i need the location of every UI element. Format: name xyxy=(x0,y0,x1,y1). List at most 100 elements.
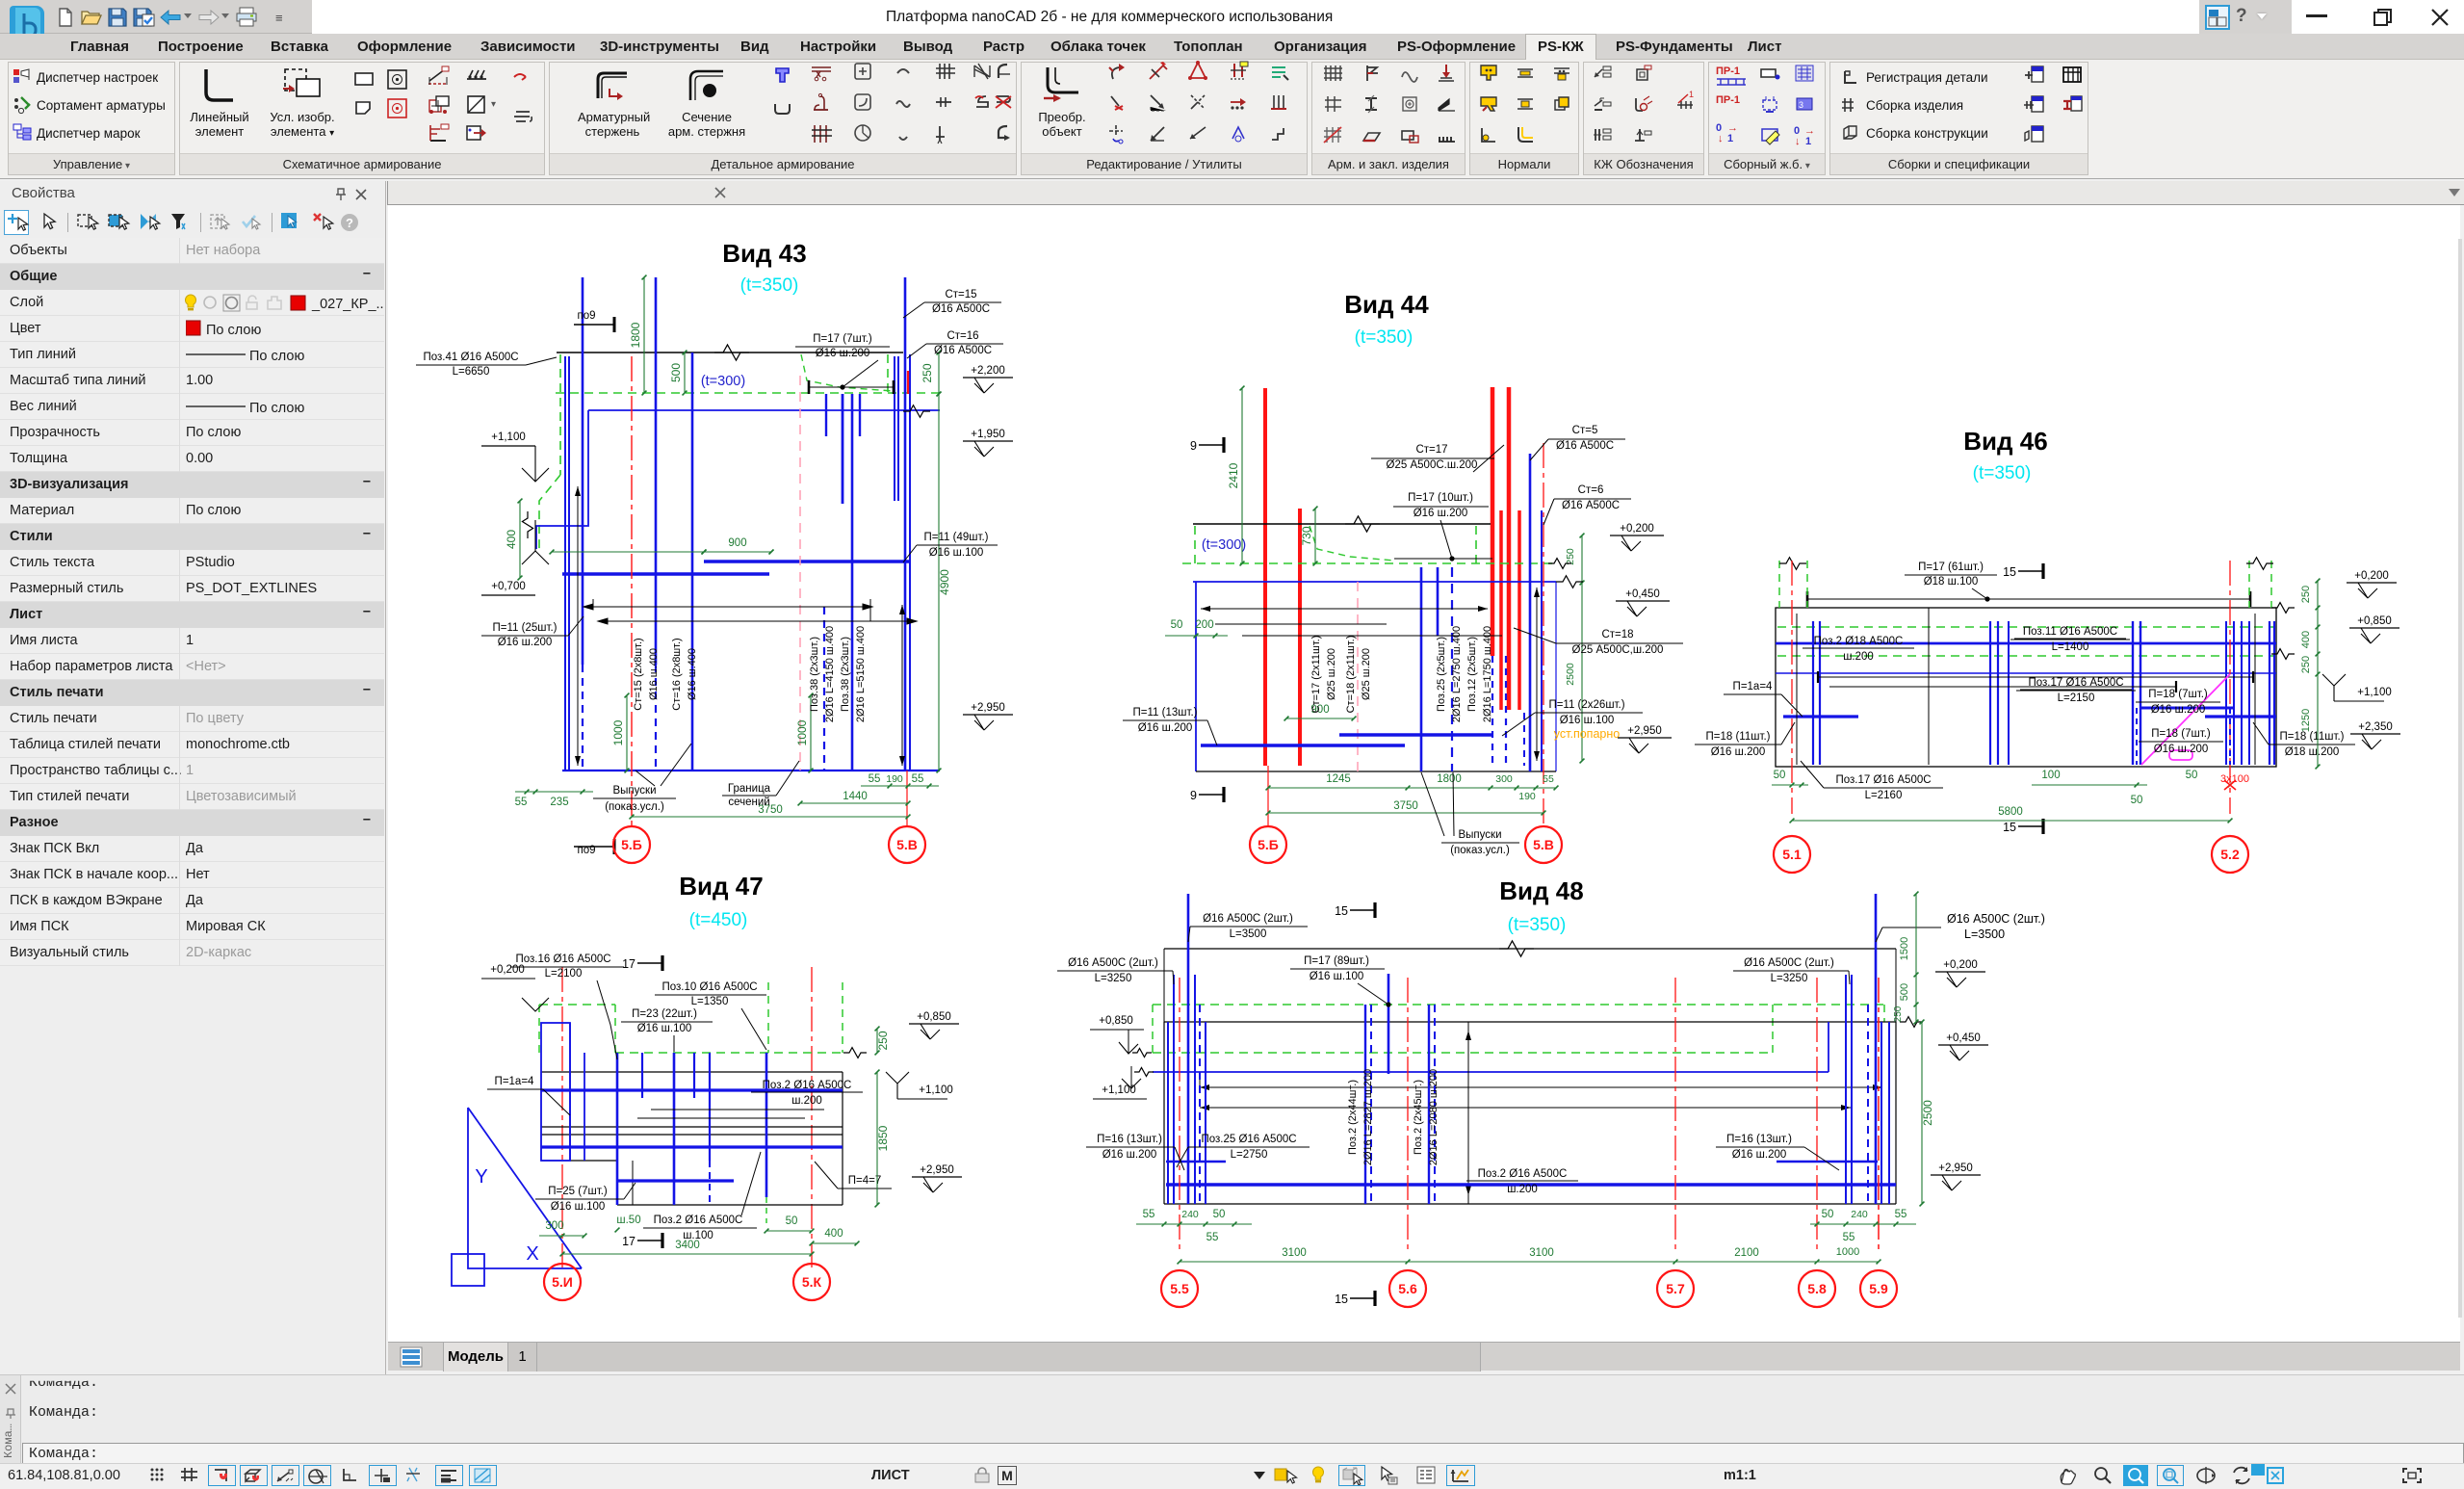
svg-text:1: 1 xyxy=(1689,90,1694,99)
svg-text:Поз.17 Ø16 А500С: Поз.17 Ø16 А500С xyxy=(2028,677,2123,689)
svg-text:+0,450: +0,450 xyxy=(1625,588,1660,600)
svg-text:ш.200: ш.200 xyxy=(1507,1184,1538,1195)
svg-text:Ø16 ш.200: Ø16 ш.200 xyxy=(498,637,553,648)
svg-text:50: 50 xyxy=(2186,770,2198,781)
svg-text:П=11 (25шт.): П=11 (25шт.) xyxy=(493,622,558,634)
svg-text:П=18 (11шт.): П=18 (11шт.) xyxy=(1706,731,1771,743)
svg-text:↓: ↓ xyxy=(1718,133,1724,143)
svg-text:5.9: 5.9 xyxy=(1869,1281,1888,1296)
svg-text:15: 15 xyxy=(1335,904,1348,918)
svg-text:+1,100: +1,100 xyxy=(919,1084,953,1096)
svg-text:Ø16 ш.100: Ø16 ш.100 xyxy=(929,547,984,559)
svg-text:П=16 (13шт.): П=16 (13шт.) xyxy=(1726,1134,1792,1145)
svg-text:Ø16 ш.100: Ø16 ш.100 xyxy=(1310,971,1364,982)
svg-text:X: X xyxy=(526,1243,538,1265)
svg-text:Поз.2 Ø18 А500С: Поз.2 Ø18 А500С xyxy=(1814,636,1904,647)
svg-text:Ø16 ш.200: Ø16 ш.200 xyxy=(1102,1149,1157,1161)
svg-text:2Ø16 L=5150 ш.400: 2Ø16 L=5150 ш.400 xyxy=(855,626,867,722)
svg-text:400: 400 xyxy=(2300,631,2312,648)
svg-text:Ø25 А500С,ш.200: Ø25 А500С,ш.200 xyxy=(1572,644,1664,656)
svg-text:9: 9 xyxy=(1190,789,1197,802)
svg-text:50: 50 xyxy=(786,1215,798,1227)
svg-text:Ø16 ш.200: Ø16 ш.200 xyxy=(1732,1149,1787,1161)
svg-text:+0,850: +0,850 xyxy=(1099,1015,1133,1027)
svg-text:Поз.2 (2х44шт.): Поз.2 (2х44шт.) xyxy=(1347,1080,1359,1155)
svg-text:(t=350): (t=350) xyxy=(1508,915,1567,935)
svg-text:Поз.11 Ø16 А500С: Поз.11 Ø16 А500С xyxy=(2023,626,2117,638)
svg-text:Ст=18 (2х11шт.): Ст=18 (2х11шт.) xyxy=(1345,636,1357,714)
svg-text:55: 55 xyxy=(912,773,924,785)
svg-text:Ø16 ш.100: Ø16 ш.100 xyxy=(637,1023,692,1034)
svg-text:1245: 1245 xyxy=(1326,773,1351,785)
svg-text:+0,700: +0,700 xyxy=(491,581,526,592)
svg-text:5.Б: 5.Б xyxy=(1258,837,1279,852)
svg-text:Ø16 А500С: Ø16 А500С xyxy=(934,345,992,356)
svg-text:П=25 (7шт.): П=25 (7шт.) xyxy=(548,1186,608,1197)
svg-text:3100: 3100 xyxy=(1282,1247,1307,1259)
svg-text:L=2160: L=2160 xyxy=(1865,790,1903,801)
svg-text:L=2100: L=2100 xyxy=(545,968,583,980)
svg-text:П=17 (61шт.): П=17 (61шт.) xyxy=(1918,562,1984,573)
svg-text:Ø16 А500С (2шт.): Ø16 А500С (2шт.) xyxy=(1744,957,1834,969)
svg-text:+2,350: +2,350 xyxy=(2358,721,2393,733)
svg-text:П=18 (7шт.): П=18 (7шт.) xyxy=(2151,728,2211,740)
svg-text:Поз.17 Ø16 А500С: Поз.17 Ø16 А500С xyxy=(1835,774,1931,786)
svg-text:100: 100 xyxy=(2041,770,2060,781)
svg-text:55: 55 xyxy=(1895,1209,1907,1220)
svg-text:+0,850: +0,850 xyxy=(2357,615,2392,627)
svg-text:П=11 (13шт.): П=11 (13шт.) xyxy=(1133,707,1198,718)
svg-text:Поз.10 Ø16 А500С: Поз.10 Ø16 А500С xyxy=(661,981,757,993)
svg-text:3х100: 3х100 xyxy=(2220,773,2249,785)
svg-text:Граница: Граница xyxy=(728,783,771,795)
svg-text:2Ø16 L=2827 ш.200: 2Ø16 L=2827 ш.200 xyxy=(1362,1069,1374,1165)
svg-text:ш.200: ш.200 xyxy=(791,1095,822,1107)
svg-text:+2,200: +2,200 xyxy=(971,365,1005,377)
svg-text:Ø16 ш.200: Ø16 ш.200 xyxy=(816,348,870,359)
svg-text:Ø16 ш.200: Ø16 ш.200 xyxy=(1711,746,1766,758)
svg-text:(показ.усл.): (показ.усл.) xyxy=(605,801,664,813)
svg-text:По слою: По слою xyxy=(206,323,261,338)
svg-text:Ø18 ш.200: Ø18 ш.200 xyxy=(2285,746,2340,758)
svg-text:200: 200 xyxy=(1195,619,1213,631)
svg-text:Ø25 А500С.ш.200: Ø25 А500С.ш.200 xyxy=(1387,459,1478,471)
svg-text:L=3500: L=3500 xyxy=(1230,928,1267,940)
svg-text:+2,950: +2,950 xyxy=(1627,725,1662,737)
svg-text:1: 1 xyxy=(1805,136,1811,147)
svg-text:15: 15 xyxy=(2003,565,2016,579)
svg-text:(t=300): (t=300) xyxy=(701,374,745,389)
svg-text:L=3500: L=3500 xyxy=(1964,927,2005,941)
svg-text:Ст=6: Ст=6 xyxy=(1578,484,1604,496)
svg-text:1000: 1000 xyxy=(1836,1246,1859,1258)
svg-text:3100: 3100 xyxy=(1529,1247,1554,1259)
svg-text:1440: 1440 xyxy=(843,791,868,802)
svg-text:Ø18 ш.100: Ø18 ш.100 xyxy=(1924,576,1979,588)
svg-text:1800: 1800 xyxy=(1437,773,1462,785)
svg-text:L=6650: L=6650 xyxy=(453,366,490,378)
svg-text:17: 17 xyxy=(622,957,635,971)
svg-text:+0,450: +0,450 xyxy=(1946,1032,1981,1044)
svg-text:П=11 (2х26шт.): П=11 (2х26шт.) xyxy=(1548,699,1624,711)
svg-text:По слою: По слою xyxy=(249,401,304,416)
svg-text:55: 55 xyxy=(1206,1232,1219,1243)
svg-text:Поз.2 Ø16 А500С: Поз.2 Ø16 А500С xyxy=(654,1215,743,1226)
svg-text:(t=350): (t=350) xyxy=(1973,463,2032,483)
svg-text:17: 17 xyxy=(622,1235,635,1248)
svg-text:Ø16 А500С (2шт.): Ø16 А500С (2шт.) xyxy=(1203,913,1293,925)
svg-text:250: 250 xyxy=(2300,656,2312,673)
svg-text:250: 250 xyxy=(876,1031,890,1050)
svg-text:Ст=16: Ст=16 xyxy=(947,330,978,342)
svg-text:Поз.25 (2х5шт.): Поз.25 (2х5шт.) xyxy=(1436,637,1447,712)
svg-text:Вид 46: Вид 46 xyxy=(1963,427,2047,456)
svg-text:3: 3 xyxy=(1799,100,1803,110)
svg-text:300: 300 xyxy=(545,1220,563,1232)
svg-text:1800: 1800 xyxy=(629,322,642,348)
svg-text:300: 300 xyxy=(1495,773,1513,785)
svg-text:Ст=17: Ст=17 xyxy=(1415,444,1447,456)
svg-text:сечений: сечений xyxy=(728,797,769,808)
svg-text:55: 55 xyxy=(1843,1232,1855,1243)
svg-text:5.8: 5.8 xyxy=(1807,1281,1827,1296)
svg-text:П=1а=4: П=1а=4 xyxy=(495,1076,534,1087)
svg-text:L=3250: L=3250 xyxy=(1095,973,1132,984)
svg-text:55: 55 xyxy=(1143,1209,1155,1220)
svg-text:Выпуски: Выпуски xyxy=(1459,829,1502,841)
